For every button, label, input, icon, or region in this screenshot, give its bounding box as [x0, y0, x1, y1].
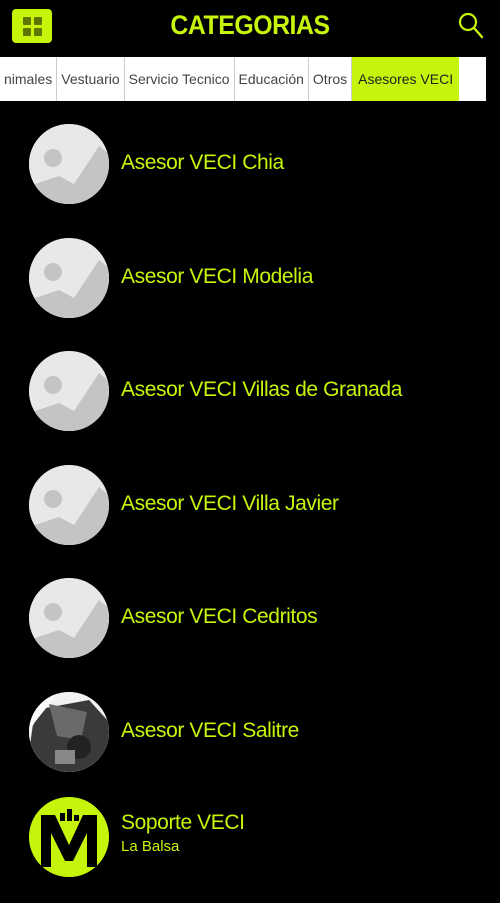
- advisor-list: Asesor VECI Chia Asesor VECI Modelia Ase…: [0, 108, 500, 903]
- advisor-name: Asesor VECI Modelia: [121, 264, 313, 288]
- tab-asesores-veci[interactable]: Asesores VECI: [352, 57, 460, 101]
- search-icon[interactable]: [458, 12, 484, 40]
- advisor-name: Asesor VECI Villas de Granada: [121, 378, 402, 402]
- advisor-name: Asesor VECI Salitre: [121, 718, 299, 742]
- tab-vestuario[interactable]: Vestuario: [57, 57, 125, 101]
- avatar-placeholder: [29, 351, 109, 432]
- tab-servicio-tecnico[interactable]: Servicio Tecnico: [125, 57, 235, 101]
- list-item[interactable]: Asesor VECI Modelia: [0, 222, 500, 336]
- tab-educacion[interactable]: Educación: [235, 57, 309, 101]
- list-item[interactable]: Asesor VECI Villa Javier: [0, 449, 500, 563]
- category-tabs: nimales Vestuario Servicio Tecnico Educa…: [0, 57, 486, 101]
- avatar-placeholder: [29, 464, 109, 545]
- support-title: Soporte VECI: [121, 810, 245, 834]
- list-item[interactable]: Asesor VECI Chia: [0, 108, 500, 222]
- list-item-support[interactable]: Soporte VECI La Balsa: [0, 790, 500, 903]
- list-item[interactable]: Asesor VECI Villas de Granada: [0, 335, 500, 449]
- avatar-placeholder: [29, 237, 109, 318]
- tab-animales[interactable]: nimales: [0, 57, 58, 101]
- avatar-photo: [29, 691, 109, 772]
- tab-otros[interactable]: Otros: [309, 57, 353, 101]
- advisor-name: Asesor VECI Cedritos: [121, 605, 318, 629]
- support-subtitle: La Balsa: [121, 837, 180, 855]
- avatar-placeholder: [29, 578, 109, 659]
- veci-logo-icon: [29, 796, 109, 877]
- advisor-name: Asesor VECI Villa Javier: [121, 491, 339, 515]
- advisor-name: Asesor VECI Chia: [121, 151, 284, 174]
- top-bar: CATEGORIAS: [0, 0, 500, 55]
- list-item[interactable]: Asesor VECI Salitre: [0, 676, 500, 790]
- avatar-placeholder: [29, 124, 109, 204]
- list-item[interactable]: Asesor VECI Cedritos: [0, 562, 500, 676]
- page-title: CATEGORIAS: [170, 10, 330, 40]
